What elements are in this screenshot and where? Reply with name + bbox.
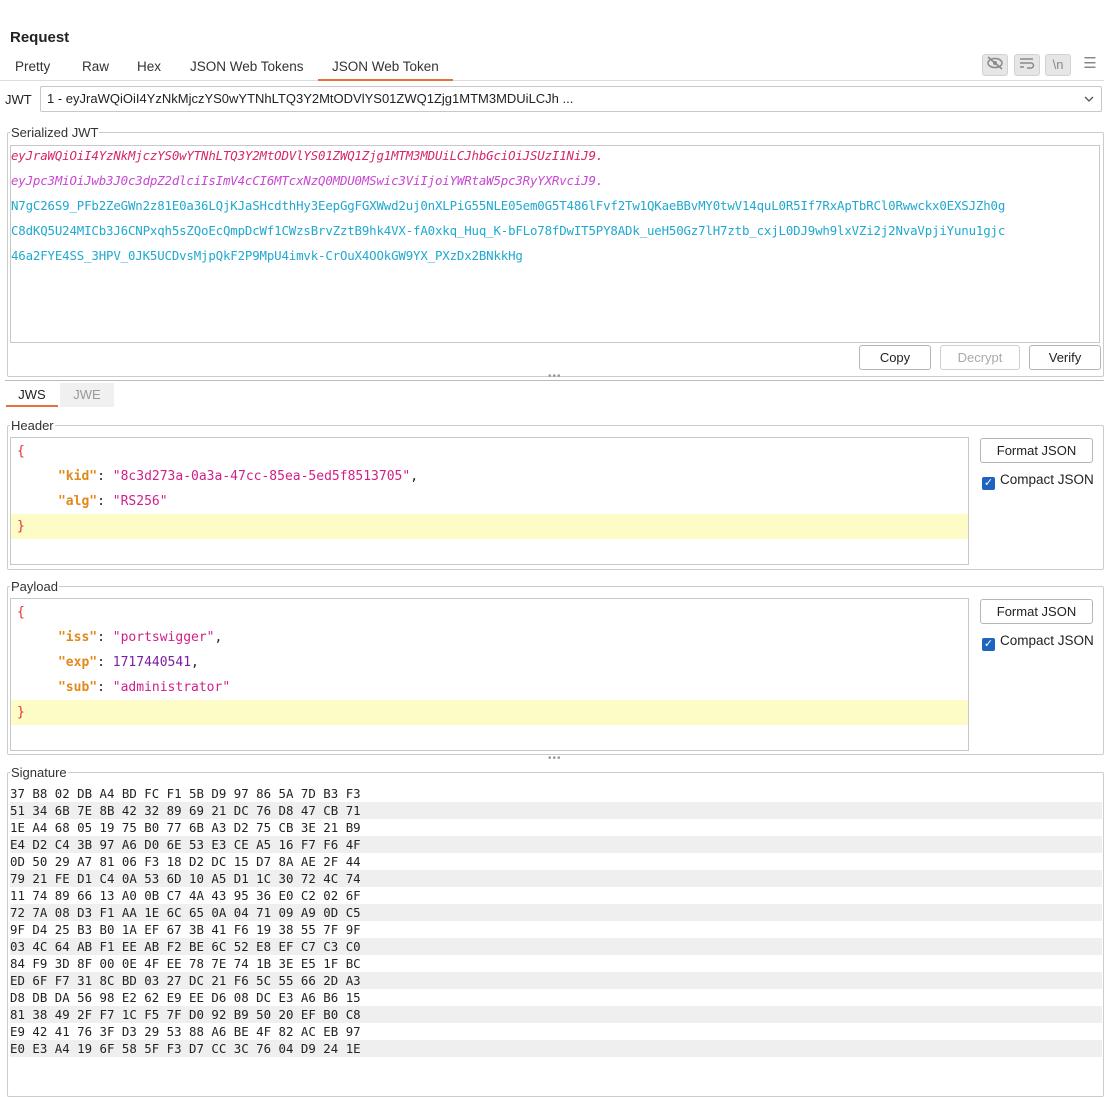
signature-hex-row: 0D 50 29 A7 81 06 F3 18 D2 DC 15 D7 8A A… <box>10 854 361 869</box>
newline-icon[interactable]: \n <box>1045 54 1071 76</box>
jwt-select[interactable]: 1 - eyJraWQiOiI4YzNkMjczYS0wYTNhLTQ3Y2Mt… <box>40 86 1102 112</box>
tab-json-web-token[interactable]: JSON Web Token <box>318 59 453 81</box>
request-title: Request <box>10 29 70 46</box>
drag-handle-icon[interactable]: ••• <box>548 371 562 382</box>
signature-hex-row: 37 B8 02 DB A4 BD FC F1 5B D9 97 86 5A 7… <box>10 786 361 801</box>
json-value-sub: "administrator" <box>112 680 231 695</box>
eye-off-icon[interactable] <box>982 54 1008 76</box>
json-key-exp: "exp" <box>57 655 98 670</box>
json-key-kid: "kid" <box>57 469 98 484</box>
jws-jwe-tabs: JWS JWE <box>0 383 1104 407</box>
json-value-iss: "portswigger" <box>112 630 215 645</box>
jwt-selector-row: JWT 1 - eyJraWQiOiI4YzNkMjczYS0wYTNhLTQ3… <box>0 86 1104 114</box>
tab-hex[interactable]: Hex <box>137 59 161 74</box>
payload-format-json-button[interactable]: Format JSON <box>980 599 1093 624</box>
json-key-iss: "iss" <box>57 630 98 645</box>
json-value-kid: "8c3d273a-0a3a-47cc-85ea-5ed5f8513705" <box>112 469 411 484</box>
jwt-signature-part: N7gC26S9_PFb2ZeGWn2z81E0a36LQjKJaSHcdthH… <box>11 198 1006 213</box>
signature-hex-row: E9 42 41 76 3F D3 29 53 88 A6 BE 4F 82 A… <box>10 1024 361 1039</box>
decrypt-button[interactable]: Decrypt <box>940 345 1020 370</box>
jwt-header-part: eyJraWQiOiI4YzNkMjczYS0wYTNhLTQ3Y2MtODVl… <box>11 148 604 163</box>
json-key-sub: "sub" <box>57 680 98 695</box>
json-value-alg: "RS256" <box>112 494 168 509</box>
signature-hex-view[interactable]: 37 B8 02 DB A4 BD FC F1 5B D9 97 86 5A 7… <box>10 785 1102 1075</box>
signature-hex-row: 51 34 6B 7E 8B 42 32 89 69 21 DC 76 D8 4… <box>10 802 1102 819</box>
json-open-brace: { <box>17 444 25 459</box>
payload-legend: Payload <box>11 579 58 594</box>
signature-hex-row: 79 21 FE D1 C4 0A 53 6D 10 A5 D1 1C 30 7… <box>10 870 1102 887</box>
menu-icon[interactable]: ☰ <box>1078 54 1102 74</box>
signature-hex-row: 11 74 89 66 13 A0 0B C7 4A 43 95 36 E0 C… <box>10 888 361 903</box>
signature-legend: Signature <box>11 765 67 780</box>
json-key-alg: "alg" <box>57 494 98 509</box>
checkmark-icon: ✓ <box>982 477 995 490</box>
header-compact-json-checkbox[interactable]: ✓ Compact JSON <box>982 472 1094 490</box>
chevron-down-icon <box>1083 87 1095 111</box>
json-value-exp: 1717440541 <box>112 655 192 670</box>
payload-compact-json-label: Compact JSON <box>1000 633 1094 648</box>
signature-hex-row: 1E A4 68 05 19 75 B0 77 6B A3 D2 75 CB 3… <box>10 820 361 835</box>
copy-button[interactable]: Copy <box>859 345 931 370</box>
header-json-editor[interactable]: { "kid": "8c3d273a-0a3a-47cc-85ea-5ed5f8… <box>10 437 969 565</box>
signature-hex-row: 81 38 49 2F F7 1C F5 7F D0 92 B9 50 20 E… <box>10 1006 1102 1023</box>
jwt-payload-part: eyJpc3MiOiJwb3J0c3dpZ2dlciIsImV4cCI6MTcx… <box>11 173 604 188</box>
jwt-signature-part: 46a2FYE4SS_3HPV_0JK5UCDvsMjpQkF2P9MpU4im… <box>11 248 523 263</box>
wrap-icon[interactable] <box>1014 54 1040 76</box>
payload-json-editor[interactable]: { "iss": "portswigger", "exp": 171744054… <box>10 598 969 751</box>
json-close-brace: } <box>17 705 25 720</box>
tab-json-web-tokens[interactable]: JSON Web Tokens <box>190 59 304 74</box>
signature-hex-row: 84 F9 3D 8F 00 0E 4F EE 78 7E 74 1B 3E E… <box>10 956 361 971</box>
tab-jwe[interactable]: JWE <box>60 383 114 407</box>
serialized-jwt-text[interactable]: eyJraWQiOiI4YzNkMjczYS0wYTNhLTQ3Y2MtODVl… <box>10 145 1100 343</box>
signature-hex-row: 03 4C 64 AB F1 EE AB F2 BE 6C 52 E8 EF C… <box>10 938 1102 955</box>
tab-raw[interactable]: Raw <box>82 59 109 74</box>
header-compact-json-label: Compact JSON <box>1000 472 1094 487</box>
tab-jws[interactable]: JWS <box>6 383 58 407</box>
signature-hex-row: E0 E3 A4 19 6F 58 5F F3 D7 CC 3C 76 04 D… <box>10 1040 1102 1057</box>
jwt-signature-part: C8dKQ5U24MICb3J6CNPxqh5sZQoEcQmpDcWf1CWz… <box>11 223 1006 238</box>
request-tabs: Pretty Raw Hex JSON Web Tokens JSON Web … <box>0 56 1104 81</box>
payload-compact-json-checkbox[interactable]: ✓ Compact JSON <box>982 633 1094 651</box>
serialized-jwt-legend: Serialized JWT <box>11 125 99 140</box>
verify-button[interactable]: Verify <box>1029 345 1101 370</box>
json-open-brace: { <box>17 605 25 620</box>
tab-pretty[interactable]: Pretty <box>15 59 50 74</box>
signature-hex-row: E4 D2 C4 3B 97 A6 D0 6E 53 E3 CE A5 16 F… <box>10 836 1102 853</box>
header-format-json-button[interactable]: Format JSON <box>980 438 1093 463</box>
drag-handle-icon[interactable]: ••• <box>548 753 562 764</box>
jwt-label: JWT <box>5 92 32 107</box>
checkmark-icon: ✓ <box>982 638 995 651</box>
signature-hex-row: ED 6F F7 31 8C BD 03 27 DC 21 F6 5C 55 6… <box>10 972 1102 989</box>
header-legend: Header <box>11 418 54 433</box>
signature-hex-row: 72 7A 08 D3 F1 AA 1E 6C 65 0A 04 71 09 A… <box>10 904 1102 921</box>
signature-hex-row: 9F D4 25 B3 B0 1A EF 67 3B 41 F6 19 38 5… <box>10 922 361 937</box>
json-close-brace: } <box>17 519 25 534</box>
jwt-select-value: 1 - eyJraWQiOiI4YzNkMjczYS0wYTNhLTQ3Y2Mt… <box>47 91 574 106</box>
signature-hex-row: D8 DB DA 56 98 E2 62 E9 EE D6 08 DC E3 A… <box>10 990 361 1005</box>
